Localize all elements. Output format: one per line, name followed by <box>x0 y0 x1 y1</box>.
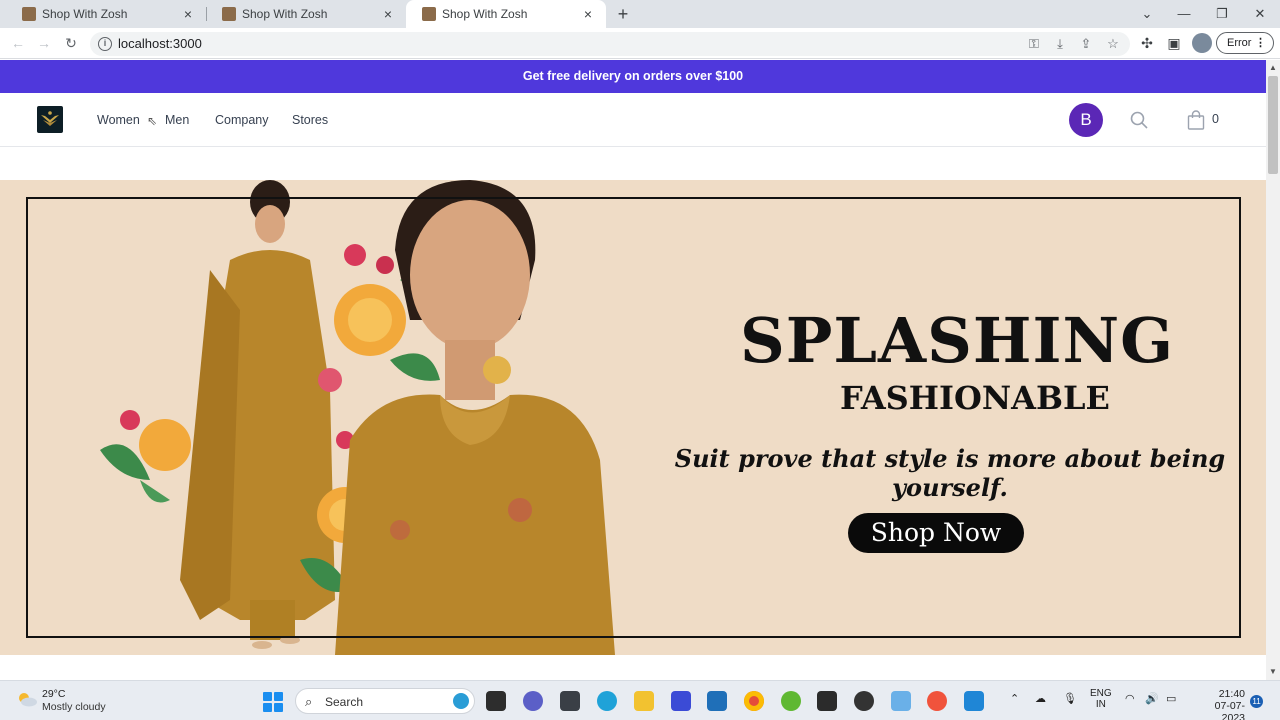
password-key-icon[interactable]: ⚿ <box>1025 35 1043 53</box>
tab-search-chevron-icon[interactable]: ⌄ <box>1136 4 1158 24</box>
taskbar-search-label: Search <box>325 695 364 709</box>
mouse-cursor-icon: ⇖ <box>147 114 158 128</box>
file-explorer-icon[interactable] <box>634 691 654 711</box>
weather-description[interactable]: Mostly cloudy <box>42 701 106 713</box>
site-info-icon[interactable]: i <box>98 37 112 51</box>
show-hidden-icons-chevron[interactable]: ⌃ <box>1010 692 1019 705</box>
terminal-icon[interactable] <box>817 691 837 711</box>
share-icon[interactable]: ⇪ <box>1077 35 1095 53</box>
windows-start-icon[interactable] <box>263 692 283 712</box>
tab-title: Shop With Zosh <box>242 7 328 21</box>
nav-company-link[interactable]: Company <box>215 113 269 127</box>
hero-tagline: Suit prove that style is more about bein… <box>674 444 1226 502</box>
microphone-icon[interactable]: 🎙 <box>1063 692 1077 705</box>
notepad-icon[interactable] <box>891 691 911 711</box>
volume-icon[interactable]: 🔊 <box>1145 692 1159 705</box>
hero-banner: SPLASHING FASHIONABLE Suit prove that st… <box>0 180 1266 655</box>
hero-heading-line1: SPLASHING <box>740 304 1175 377</box>
nav-men-link[interactable]: Men <box>165 113 189 127</box>
search-icon: ⌕ <box>305 694 313 709</box>
close-window-icon[interactable]: ✕ <box>1249 4 1271 24</box>
minimize-window-icon[interactable]: — <box>1173 4 1195 24</box>
wifi-icon[interactable]: ◠ <box>1125 692 1135 705</box>
shopping-bag-icon[interactable] <box>1187 110 1205 130</box>
hero-heading-line2: FASHIONABLE <box>840 379 1110 417</box>
green-app-icon[interactable] <box>781 691 801 711</box>
browser-profile-avatar[interactable] <box>1192 33 1212 53</box>
microsoft-store-icon[interactable] <box>707 691 727 711</box>
weather-cloud-icon[interactable] <box>16 691 38 707</box>
onedrive-cloud-icon[interactable]: ☁ <box>1035 692 1046 705</box>
teams-chat-icon[interactable] <box>523 691 543 711</box>
nav-women-link[interactable]: Women <box>97 113 140 127</box>
error-label: Error <box>1227 37 1252 49</box>
new-tab-button[interactable]: + <box>612 3 634 25</box>
edge-browser-icon[interactable] <box>597 691 617 711</box>
chrome-browser-icon[interactable] <box>744 691 764 711</box>
site-favicon-icon <box>422 7 436 21</box>
task-view-icon[interactable] <box>486 691 506 711</box>
clock-time: 21:40 <box>1218 688 1245 700</box>
cart-count: 0 <box>1212 112 1219 126</box>
taskbar-search-box[interactable]: ⌕ Search <box>295 688 475 714</box>
vscode-icon[interactable] <box>964 691 984 711</box>
language-region: IN <box>1095 699 1106 710</box>
scrollbar-thumb[interactable] <box>1268 76 1278 174</box>
side-panel-icon[interactable]: ▣ <box>1164 33 1184 53</box>
tab-title: Shop With Zosh <box>42 7 128 21</box>
browser-menu-icon[interactable]: ⋮ <box>1255 33 1266 53</box>
weather-temperature[interactable]: 29°C <box>42 688 65 700</box>
github-desktop-icon[interactable] <box>854 691 874 711</box>
visual-studio-icon[interactable] <box>671 691 691 711</box>
browser-error-button[interactable]: Error ⋮ <box>1216 32 1274 54</box>
scroll-down-arrow-icon[interactable]: ▼ <box>1268 667 1278 677</box>
clock-date: 07-07-2023 <box>1214 700 1245 720</box>
language-indicator[interactable]: ENG IN <box>1090 688 1112 710</box>
brand-logo-icon[interactable] <box>37 106 63 133</box>
hero-frame-border <box>26 197 1241 638</box>
browser-tab-strip: Shop With Zosh × Shop With Zosh × Shop W… <box>0 0 1280 28</box>
os-taskbar: 29°C Mostly cloudy ⌕ Search ⌃ ☁ 🎙 ENG IN… <box>0 680 1280 720</box>
search-icon[interactable] <box>1130 111 1148 129</box>
language-code: ENG <box>1090 688 1112 699</box>
browser-toolbar: ← → ↻ i localhost:3000 ⚿ ⤓ ⇪ ☆ ✣ ▣ <box>0 28 1280 59</box>
bookmark-star-icon[interactable]: ☆ <box>1104 35 1122 53</box>
scroll-up-arrow-icon[interactable]: ▲ <box>1268 63 1278 73</box>
back-arrow-icon[interactable]: ← <box>8 33 28 53</box>
install-app-icon[interactable]: ⤓ <box>1051 35 1069 53</box>
app-cube-icon[interactable] <box>560 691 580 711</box>
extensions-puzzle-icon[interactable]: ✣ <box>1137 33 1157 53</box>
browser-tab[interactable]: Shop With Zosh × <box>206 0 406 28</box>
system-clock[interactable]: 21:40 07-07-2023 <box>1207 688 1245 720</box>
forward-arrow-icon[interactable]: → <box>34 33 54 53</box>
promo-banner: Get free delivery on orders over $100 <box>0 60 1266 93</box>
reload-icon[interactable]: ↻ <box>61 33 81 53</box>
close-tab-icon[interactable]: × <box>180 6 196 22</box>
tab-title: Shop With Zosh <box>442 7 528 21</box>
site-header: Women ⇖ Men Company Stores B 0 <box>0 93 1266 147</box>
address-bar[interactable]: i localhost:3000 ⚿ ⤓ ⇪ ☆ <box>90 32 1130 56</box>
nav-stores-link[interactable]: Stores <box>292 113 328 127</box>
close-tab-icon[interactable]: × <box>580 6 596 22</box>
browser-tab[interactable]: Shop With Zosh × <box>6 0 206 28</box>
site-favicon-icon <box>22 7 36 21</box>
postman-icon[interactable] <box>927 691 947 711</box>
notification-badge[interactable]: 11 <box>1250 695 1263 708</box>
battery-icon[interactable]: ▭ <box>1166 692 1176 705</box>
user-avatar-button[interactable]: B <box>1069 103 1103 137</box>
close-tab-icon[interactable]: × <box>380 6 396 22</box>
site-favicon-icon <box>222 7 236 21</box>
maximize-window-icon[interactable]: ❐ <box>1211 4 1233 24</box>
shop-now-button[interactable]: Shop Now <box>848 513 1024 553</box>
bing-icon[interactable] <box>453 693 469 709</box>
url-text[interactable]: localhost:3000 <box>118 36 202 51</box>
browser-tab-active[interactable]: Shop With Zosh × <box>406 0 606 28</box>
